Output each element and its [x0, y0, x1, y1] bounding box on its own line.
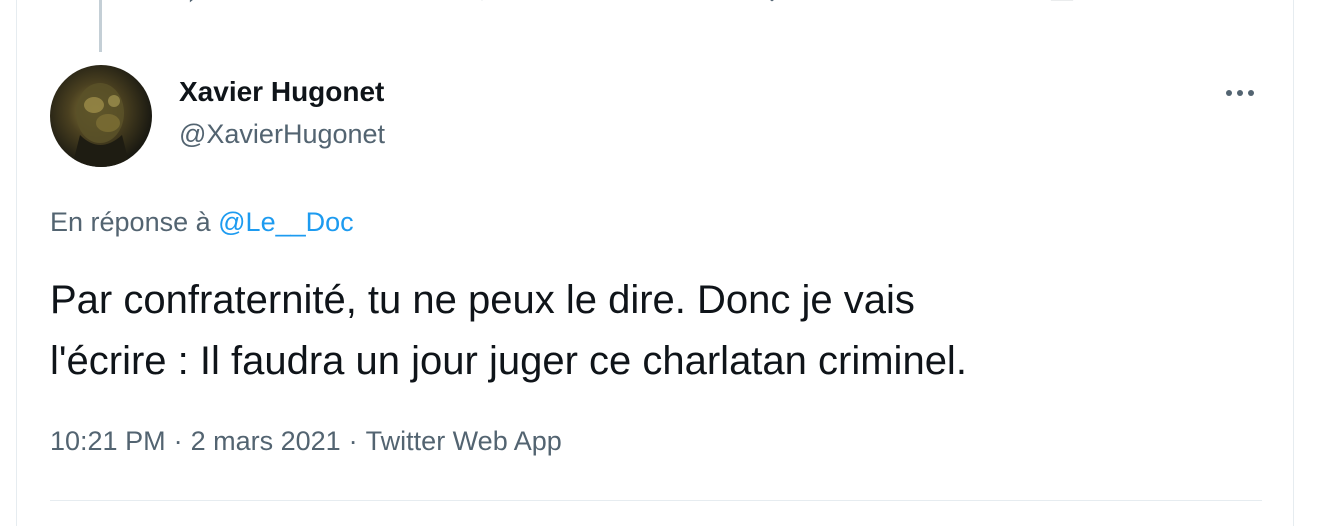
card-border-right [1293, 0, 1294, 526]
separator: · [348, 426, 358, 456]
avatar[interactable] [50, 65, 152, 167]
tweet-metadata: 10:21 PM · 2 mars 2021 · Twitter Web App [50, 426, 562, 457]
retweet-count: 215 [514, 0, 557, 5]
author-handle[interactable]: @XavierHugonet [179, 119, 385, 150]
avatar-image [72, 83, 130, 167]
divider [50, 500, 1262, 501]
reply-count: 15 [238, 0, 267, 5]
tweet-text-line: l'écrire : Il faudra un jour juger ce ch… [50, 339, 967, 383]
retweet-action[interactable]: 215 [462, 0, 557, 5]
tweet-text: Par confraternité, tu ne peux le dire. D… [50, 270, 1250, 392]
share-icon [1050, 0, 1074, 1]
heart-icon [770, 0, 774, 1]
reply-mention-link[interactable]: @Le__Doc [218, 207, 354, 237]
card-border-left [16, 0, 17, 526]
thread-connector-line [99, 0, 102, 52]
tweet-text-line: Par confraternité, tu ne peux le dire. D… [50, 278, 915, 322]
tweet-source[interactable]: Twitter Web App [366, 426, 562, 456]
separator: · [173, 426, 183, 456]
tweet-date[interactable]: 2 mars 2021 [191, 426, 341, 456]
retweet-icon [462, 0, 492, 5]
like-action[interactable]: 185 [757, 0, 852, 5]
like-count: 185 [809, 0, 852, 5]
reply-context: En réponse à @Le__Doc [50, 207, 354, 238]
reply-context-prefix: En réponse à [50, 207, 211, 237]
tweet-page: 15 215 185 Xavier Hugonet @XavierHugonet [0, 0, 1338, 526]
more-options-button[interactable] [1218, 78, 1262, 108]
previous-tweet-actions: 15 215 185 [0, 0, 1338, 10]
author-display-name[interactable]: Xavier Hugonet [179, 76, 384, 108]
tweet-time[interactable]: 10:21 PM [50, 426, 166, 456]
reply-icon [189, 0, 193, 2]
share-action[interactable] [1047, 0, 1077, 4]
reply-action[interactable]: 15 [186, 0, 267, 5]
more-horizontal-icon [1226, 90, 1254, 96]
